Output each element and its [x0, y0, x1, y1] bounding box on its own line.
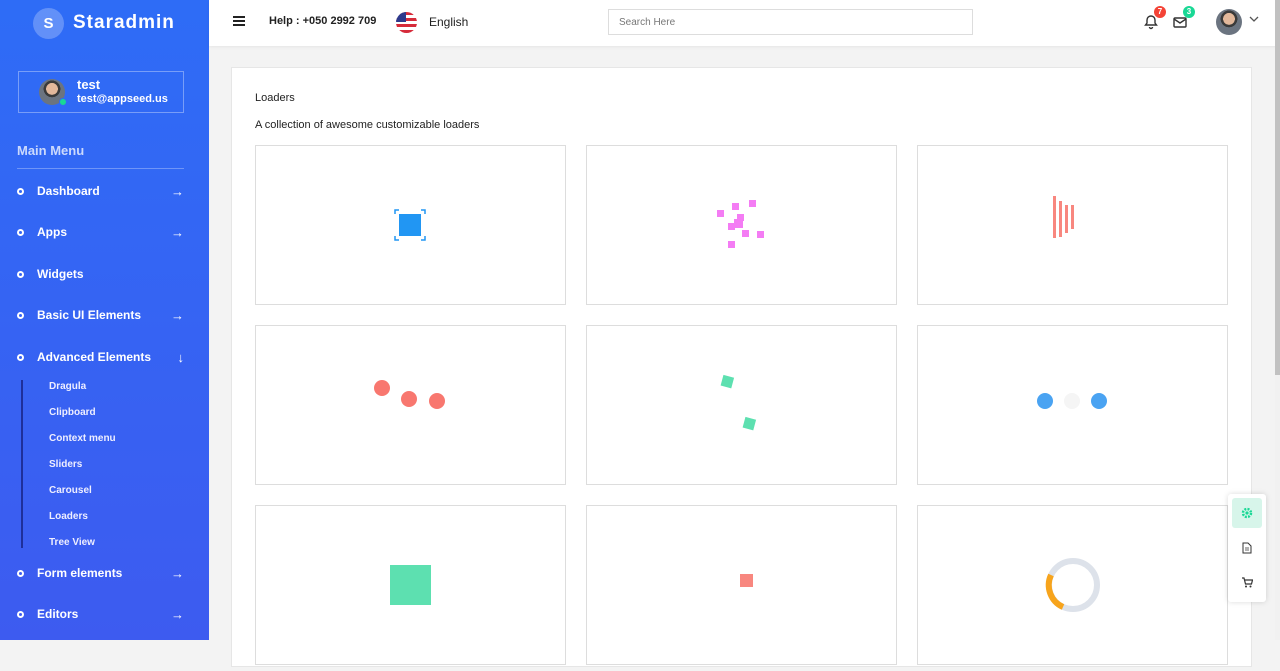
- arrow-right-icon: →: [171, 307, 184, 323]
- loader-green-square: [255, 505, 566, 665]
- submenu-item-tree-view[interactable]: Tree View: [49, 537, 95, 548]
- bullet-icon: [17, 187, 24, 195]
- arrow-right-icon: →: [171, 565, 184, 581]
- submenu-item-dragula[interactable]: Dragula: [49, 381, 86, 392]
- submenu-item-sliders[interactable]: Sliders: [49, 459, 82, 470]
- submenu-item-loaders[interactable]: Loaders: [49, 511, 88, 522]
- loader-small-square: [586, 505, 897, 665]
- sidebar-item-label: Basic UI Elements: [37, 308, 142, 322]
- sidebar-item-advanced-elements[interactable]: Advanced Elements ↓: [17, 347, 184, 367]
- menu-divider: [17, 168, 184, 169]
- brand-name: Staradmin: [73, 12, 175, 33]
- sidebar-item-label: Widgets: [37, 267, 84, 281]
- sidebar-item-editors[interactable]: Editors →: [17, 604, 184, 624]
- loader-green-squares: [586, 325, 897, 485]
- arrow-down-icon: ↓: [177, 349, 185, 365]
- submenu-item-context-menu[interactable]: Context menu: [49, 433, 116, 444]
- scrollbar-thumb[interactable]: [1275, 0, 1280, 375]
- sidebar-item-widgets[interactable]: Widgets: [17, 264, 184, 284]
- search-input[interactable]: [608, 9, 973, 35]
- brand-logo: S: [33, 7, 64, 39]
- sidebar-item-label: Dashboard: [37, 184, 100, 198]
- submenu-item-carousel[interactable]: Carousel: [49, 485, 92, 496]
- loader-salmon-bars: [917, 145, 1228, 305]
- avatar: [39, 79, 67, 106]
- cart-icon[interactable]: [1232, 567, 1262, 597]
- help-phone: Help : +050 2992 709: [269, 15, 377, 27]
- chevron-down-icon[interactable]: [1249, 14, 1259, 27]
- online-status-dot: [59, 98, 67, 106]
- sidebar-item-dashboard[interactable]: Dashboard →: [17, 181, 184, 201]
- sidebar-item-form-elements[interactable]: Form elements →: [17, 563, 184, 583]
- loader-bouncing-dots: [255, 325, 566, 485]
- top-navbar: Help : +050 2992 709 English 7 3: [209, 0, 1280, 46]
- profile-email: test@appseed.us: [77, 93, 168, 105]
- page-title: Loaders: [255, 92, 295, 104]
- arrow-right-icon: →: [171, 606, 184, 622]
- loaders-card: Loaders A collection of awesome customiz…: [231, 67, 1252, 667]
- bullet-icon: [17, 610, 24, 618]
- bullet-icon: [17, 353, 24, 361]
- sidebar-item-apps[interactable]: Apps →: [17, 222, 184, 242]
- sidebar: S Staradmin test test@appseed.us Main Me…: [0, 0, 209, 640]
- submenu-item-clipboard[interactable]: Clipboard: [49, 407, 96, 418]
- loader-ring-spinner: [917, 505, 1228, 665]
- user-avatar[interactable]: [1216, 9, 1242, 35]
- page-scrollbar[interactable]: [1275, 0, 1280, 640]
- sidebar-item-label: Editors: [37, 607, 79, 621]
- sidebar-item-label: Apps: [37, 225, 67, 239]
- arrow-right-icon: →: [171, 224, 184, 240]
- language-selector[interactable]: English: [429, 15, 468, 29]
- sidebar-item-label: Form elements: [37, 566, 123, 580]
- loader-blue-dots: [917, 325, 1228, 485]
- mail-icon[interactable]: 3: [1172, 6, 1195, 30]
- loader-square-spin: [255, 145, 566, 305]
- bullet-icon: [17, 569, 24, 577]
- brand[interactable]: S Staradmin: [0, 0, 209, 46]
- bullet-icon: [17, 270, 24, 278]
- profile-name: test: [77, 77, 101, 92]
- page-description: A collection of awesome customizable loa…: [255, 119, 480, 131]
- notification-badge: 7: [1154, 6, 1166, 18]
- gear-icon[interactable]: [1232, 498, 1262, 528]
- sidebar-item-label: Advanced Elements: [37, 350, 152, 364]
- sidebar-profile[interactable]: test test@appseed.us: [18, 71, 184, 113]
- floating-settings-panel: [1228, 494, 1266, 602]
- message-badge: 3: [1183, 6, 1195, 18]
- loader-pink-squares: [586, 145, 897, 305]
- menu-toggle-icon[interactable]: [233, 16, 245, 26]
- bullet-icon: [17, 228, 24, 236]
- bullet-icon: [17, 311, 24, 319]
- submenu-indicator: [21, 380, 23, 548]
- document-icon[interactable]: [1232, 533, 1262, 563]
- menu-title: Main Menu: [17, 143, 85, 158]
- sidebar-item-basic-ui[interactable]: Basic UI Elements →: [17, 305, 184, 325]
- bell-icon[interactable]: 7: [1143, 6, 1166, 30]
- us-flag-icon[interactable]: [396, 12, 417, 33]
- arrow-right-icon: →: [171, 183, 184, 199]
